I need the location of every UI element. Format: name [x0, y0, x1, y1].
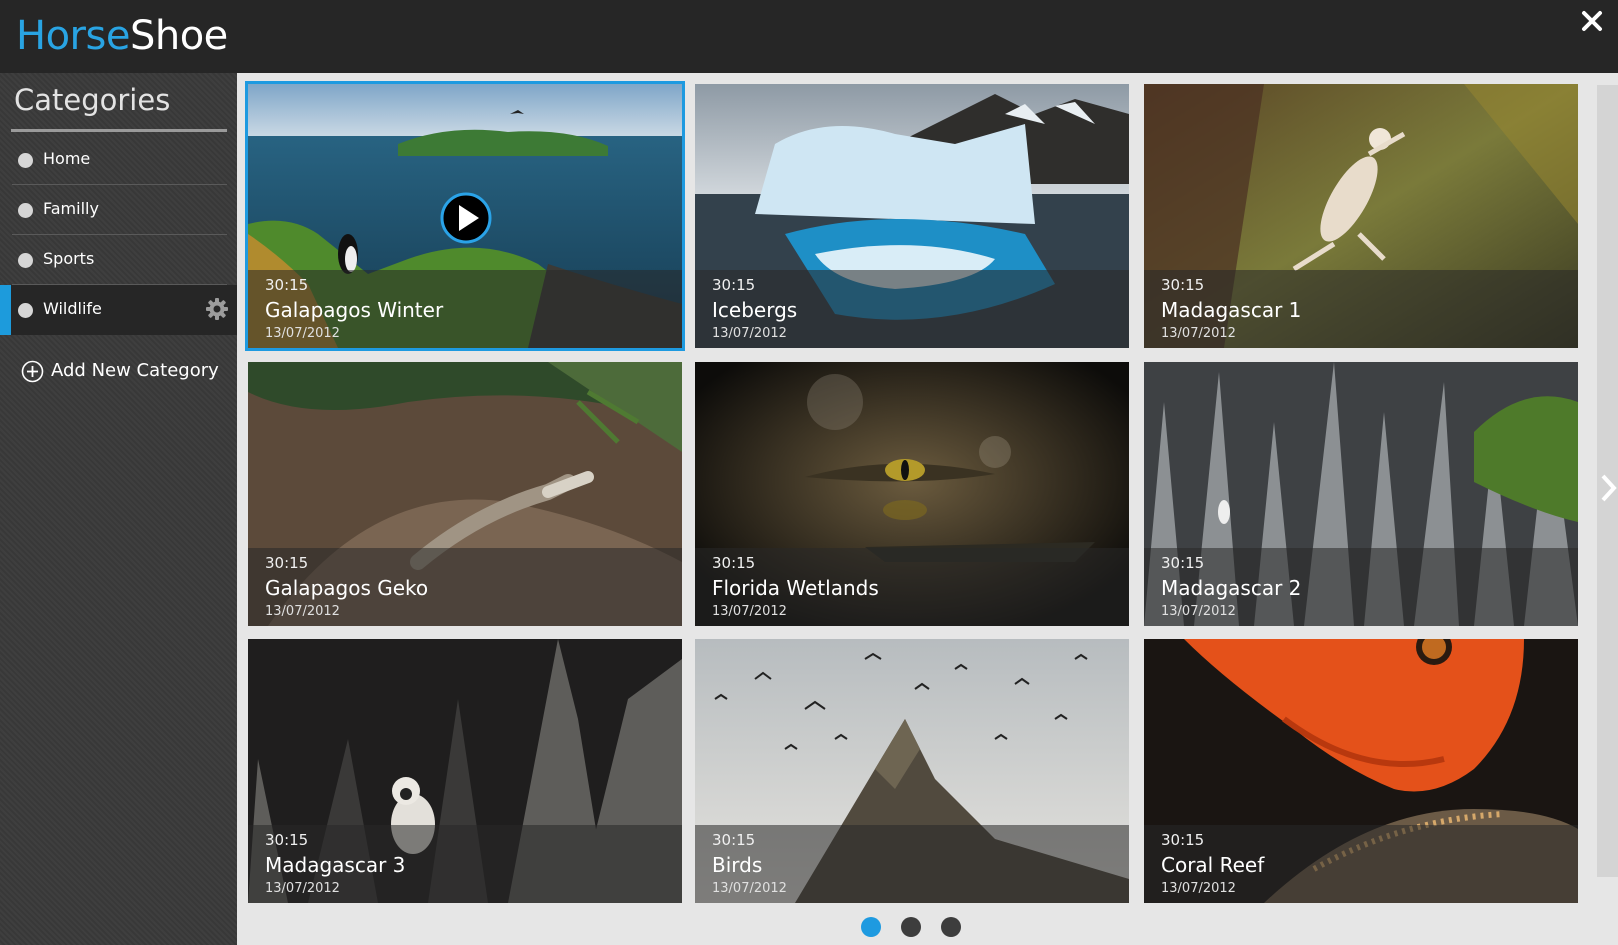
video-tile-galapagos-geko[interactable]: 30:15 Galapagos Geko 13/07/2012 — [248, 362, 682, 626]
video-duration: 30:15 — [265, 831, 309, 849]
sidebar-item-familly[interactable]: Familly — [0, 185, 237, 235]
video-title: Icebergs — [712, 298, 798, 322]
video-title: Galapagos Geko — [265, 576, 429, 600]
page-dot-1[interactable] — [861, 917, 881, 937]
video-duration: 30:15 — [712, 831, 756, 849]
sidebar-item-wildlife[interactable]: Wildlife — [0, 285, 237, 335]
sidebar-item-home[interactable]: Home — [0, 135, 237, 185]
video-tile-madagascar-1[interactable]: 30:15 Madagascar 1 13/07/2012 — [1144, 84, 1578, 348]
video-tile-birds[interactable]: 30:15 Birds 13/07/2012 — [695, 639, 1129, 903]
video-info: 30:15 Galapagos Winter 13/07/2012 — [248, 270, 682, 348]
video-date: 13/07/2012 — [265, 326, 340, 341]
video-date: 13/07/2012 — [1161, 604, 1236, 619]
page-dot-2[interactable] — [901, 917, 921, 937]
next-page-button[interactable] — [1597, 85, 1618, 877]
video-info: 30:15 Coral Reef 13/07/2012 — [1144, 825, 1578, 903]
categories-divider — [11, 129, 227, 132]
video-duration: 30:15 — [265, 276, 309, 294]
video-info: 30:15 Florida Wetlands 13/07/2012 — [695, 548, 1129, 626]
video-date: 13/07/2012 — [1161, 326, 1236, 341]
active-indicator — [0, 285, 11, 335]
video-duration: 30:15 — [712, 554, 756, 572]
video-info: 30:15 Icebergs 13/07/2012 — [695, 270, 1129, 348]
app-header: HorseShoe — [0, 0, 1618, 73]
video-date: 13/07/2012 — [265, 604, 340, 619]
sidebar-item-sports[interactable]: Sports — [0, 235, 237, 285]
add-category-label: Add New Category — [51, 360, 219, 381]
video-tile-coral-reef[interactable]: 30:15 Coral Reef 13/07/2012 — [1144, 639, 1578, 903]
video-info: 30:15 Madagascar 3 13/07/2012 — [248, 825, 682, 903]
gear-icon[interactable] — [205, 297, 229, 321]
categories-heading: Categories — [14, 83, 171, 117]
video-title: Madagascar 2 — [1161, 576, 1302, 600]
video-info: 30:15 Galapagos Geko 13/07/2012 — [248, 548, 682, 626]
video-title: Madagascar 3 — [265, 853, 406, 877]
video-date: 13/07/2012 — [712, 881, 787, 896]
app-logo: HorseShoe — [16, 12, 228, 60]
bullet-icon — [18, 203, 33, 218]
bullet-icon — [18, 253, 33, 268]
sidebar-item-label: Sports — [43, 249, 95, 268]
video-info: 30:15 Madagascar 2 13/07/2012 — [1144, 548, 1578, 626]
video-info: 30:15 Birds 13/07/2012 — [695, 825, 1129, 903]
logo-part-shoe: Shoe — [129, 13, 228, 59]
video-info: 30:15 Madagascar 1 13/07/2012 — [1144, 270, 1578, 348]
bullet-icon — [18, 153, 33, 168]
sidebar-item-label: Home — [43, 149, 91, 168]
page-dot-3[interactable] — [941, 917, 961, 937]
video-title: Florida Wetlands — [712, 576, 879, 600]
video-date: 13/07/2012 — [712, 326, 787, 341]
video-duration: 30:15 — [265, 554, 309, 572]
play-icon[interactable] — [440, 192, 492, 244]
video-tile-galapagos-winter[interactable]: 30:15 Galapagos Winter 13/07/2012 — [245, 81, 685, 351]
video-tile-madagascar-2[interactable]: 30:15 Madagascar 2 13/07/2012 — [1144, 362, 1578, 626]
video-duration: 30:15 — [1161, 831, 1205, 849]
bullet-icon — [18, 303, 33, 318]
video-duration: 30:15 — [1161, 554, 1205, 572]
video-tile-madagascar-3[interactable]: 30:15 Madagascar 3 13/07/2012 — [248, 639, 682, 903]
video-date: 13/07/2012 — [265, 881, 340, 896]
sidebar-item-label: Wildlife — [43, 299, 102, 318]
chevron-right-icon — [1601, 474, 1617, 502]
video-duration: 30:15 — [712, 276, 756, 294]
video-title: Coral Reef — [1161, 853, 1265, 877]
logo-part-horse: Horse — [16, 13, 130, 59]
video-duration: 30:15 — [1161, 276, 1205, 294]
video-tile-florida-wetlands[interactable]: 30:15 Florida Wetlands 13/07/2012 — [695, 362, 1129, 626]
video-title: Birds — [712, 853, 763, 877]
video-title: Galapagos Winter — [265, 298, 444, 322]
close-icon[interactable] — [1578, 6, 1606, 34]
sidebar: Categories Home Familly Sports Wildlife — [0, 73, 237, 945]
sidebar-item-label: Familly — [43, 199, 99, 218]
video-date: 13/07/2012 — [712, 604, 787, 619]
video-tile-icebergs[interactable]: 30:15 Icebergs 13/07/2012 — [695, 84, 1129, 348]
add-circle-icon — [21, 360, 44, 383]
video-date: 13/07/2012 — [1161, 881, 1236, 896]
video-title: Madagascar 1 — [1161, 298, 1302, 322]
